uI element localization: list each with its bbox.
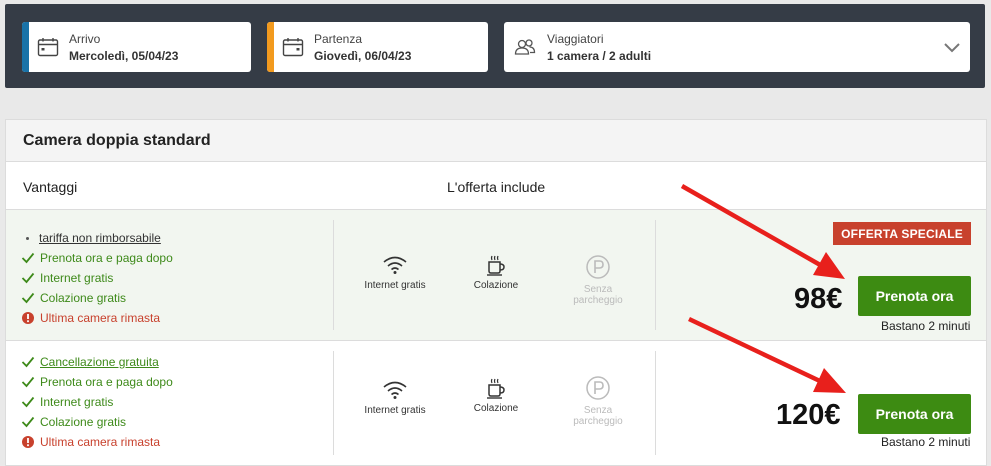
amenity-parking: Senza parcheggio: [563, 375, 633, 427]
room-card: Camera doppia standard Vantaggi L'offert…: [5, 119, 987, 466]
amenity-label: Senza parcheggio: [573, 284, 623, 306]
amenity-label: Colazione: [473, 403, 519, 414]
benefit-item: Prenota ora e paga dopo: [21, 372, 173, 392]
rate-policy-link[interactable]: tariffa non rimborsabile: [39, 231, 161, 245]
column-divider: [333, 220, 334, 330]
benefit-item: Internet gratis: [21, 268, 173, 288]
benefit-item: Ultima camera rimasta: [21, 432, 173, 452]
benefits-list: tariffa non rimborsabile Prenota ora e p…: [21, 228, 173, 328]
column-divider: [333, 351, 334, 455]
parking-icon: [586, 255, 610, 279]
booking-time-hint: Bastano 2 minuti: [881, 435, 971, 449]
checkin-value: Mercoledì, 05/04/23: [69, 49, 179, 63]
price: 120€: [776, 399, 841, 431]
column-divider: [655, 351, 656, 455]
benefits-list: Cancellazione gratuita Prenota ora e pag…: [21, 352, 173, 452]
checkout-accent: [267, 22, 274, 72]
book-now-button[interactable]: Prenota ora: [858, 394, 971, 434]
benefit-text: Internet gratis: [40, 271, 114, 285]
guests-field[interactable]: Viaggiatori 1 camera / 2 adulti: [504, 22, 970, 72]
benefit-text: Ultima camera rimasta: [40, 311, 161, 325]
coffee-icon: [487, 255, 505, 276]
coffee-icon: [487, 378, 505, 399]
check-icon: [21, 396, 35, 408]
wifi-icon: [383, 381, 407, 399]
warning-icon: [22, 312, 34, 324]
benefits-column-header: Vantaggi: [23, 179, 78, 195]
benefit-text: Prenota ora e paga dopo: [40, 251, 173, 265]
benefit-item: Cancellazione gratuita: [21, 352, 173, 372]
check-icon: [21, 292, 35, 304]
check-icon: [21, 416, 35, 428]
offer-row: Cancellazione gratuita Prenota ora e pag…: [6, 341, 986, 465]
checkout-value: Giovedì, 06/04/23: [314, 49, 412, 63]
book-now-button[interactable]: Prenota ora: [858, 276, 971, 316]
bullet-icon: [26, 236, 29, 240]
chevron-down-icon[interactable]: [943, 38, 961, 56]
amenity-label: Internet gratis: [364, 405, 426, 416]
check-icon: [21, 272, 35, 284]
column-divider: [655, 220, 656, 330]
checkin-accent: [22, 22, 29, 72]
offers-header: Vantaggi L'offerta include: [6, 162, 986, 210]
free-cancellation-link[interactable]: Cancellazione gratuita: [40, 355, 159, 369]
benefit-text: Colazione gratis: [40, 291, 127, 305]
amenity-parking: Senza parcheggio: [563, 254, 633, 306]
booking-time-hint: Bastano 2 minuti: [881, 319, 971, 333]
users-icon: [514, 39, 536, 55]
benefit-text: Internet gratis: [40, 395, 114, 409]
benefit-text: Colazione gratis: [40, 415, 127, 429]
calendar-icon: [37, 38, 59, 57]
benefit-item: Ultima camera rimasta: [21, 308, 173, 328]
wifi-icon: [383, 256, 407, 274]
guests-label: Viaggiatori: [547, 32, 604, 46]
check-icon: [21, 356, 35, 368]
amenity-breakfast: Colazione: [461, 377, 531, 414]
search-bar: Arrivo Mercoledì, 05/04/23 Partenza Giov…: [5, 4, 985, 88]
benefit-item: Colazione gratis: [21, 288, 173, 308]
amenity-label: Internet gratis: [364, 280, 426, 291]
checkin-field[interactable]: Arrivo Mercoledì, 05/04/23: [22, 22, 251, 72]
calendar-icon: [282, 38, 304, 57]
checkout-field[interactable]: Partenza Giovedì, 06/04/23: [267, 22, 488, 72]
price: 98€: [794, 283, 843, 315]
guests-value: 1 camera / 2 adulti: [547, 49, 652, 63]
includes-column-header: L'offerta include: [447, 179, 546, 195]
amenity-internet: Internet gratis: [360, 254, 430, 291]
amenity-label: Colazione: [473, 280, 519, 291]
amenity-label: Senza parcheggio: [573, 405, 623, 427]
offer-row: tariffa non rimborsabile Prenota ora e p…: [6, 210, 986, 341]
check-icon: [21, 376, 35, 388]
room-title: Camera doppia standard: [6, 120, 986, 162]
special-offer-badge: OFFERTA SPECIALE: [833, 222, 971, 245]
parking-icon: [586, 376, 610, 400]
benefit-item: Internet gratis: [21, 392, 173, 412]
checkin-label: Arrivo: [69, 32, 101, 46]
amenity-internet: Internet gratis: [360, 379, 430, 416]
benefit-text: Prenota ora e paga dopo: [40, 375, 173, 389]
check-icon: [21, 252, 35, 264]
amenity-breakfast: Colazione: [461, 254, 531, 291]
benefit-item: Prenota ora e paga dopo: [21, 248, 173, 268]
checkout-label: Partenza: [314, 32, 363, 46]
benefit-item: tariffa non rimborsabile: [21, 228, 173, 248]
benefit-text: Ultima camera rimasta: [40, 435, 161, 449]
benefit-item: Colazione gratis: [21, 412, 173, 432]
warning-icon: [22, 436, 34, 448]
